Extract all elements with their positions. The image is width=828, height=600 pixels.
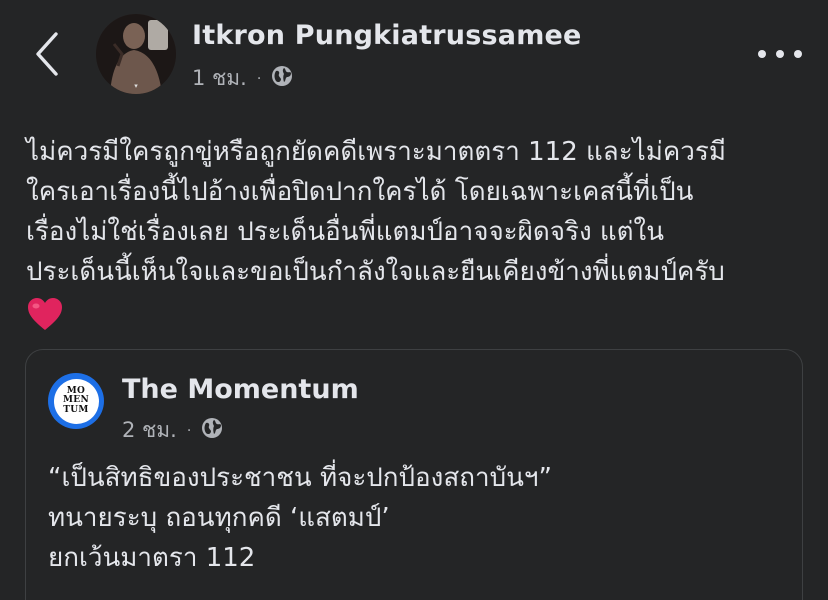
shared-post-line: ทนายระบุ ถอนทุกคดี ‘แสตมป์’ xyxy=(48,503,390,533)
shared-post-line: “เป็นสิทธิของประชาชน ที่จะปกป้องสถาบันฯ” xyxy=(48,463,552,493)
shared-post-timestamp[interactable]: 2 ชม. xyxy=(122,414,177,447)
shared-post-body: “เป็นสิทธิของประชาชน ที่จะปกป้องสถาบันฯ”… xyxy=(48,458,552,578)
post-line: เรื่องไม่ใช่เรื่องเลย ประเด็นอื่นพี่แตมป… xyxy=(26,217,665,247)
globe-icon[interactable] xyxy=(271,65,293,92)
more-dot xyxy=(794,50,802,58)
shared-post-line: ยกเว้นมาตรา 112 xyxy=(48,543,256,573)
meta-separator: · xyxy=(186,422,192,439)
post-line: ไม่ควรมีใครถูกขู่หรือถูกยัดคดีเพราะมาตตร… xyxy=(26,137,726,167)
post-body: ไม่ควรมีใครถูกขู่หรือถูกยัดคดีเพราะมาตตร… xyxy=(26,132,796,292)
shared-post-card[interactable]: MO MEN TUM The Momentum 2 ชม. · “เป็นสิท… xyxy=(25,349,803,600)
author-avatar[interactable]: ▾ xyxy=(96,14,176,94)
logo-text: TUM xyxy=(63,404,89,415)
post-meta: 1 ชม. · xyxy=(192,62,293,95)
chevron-left-icon xyxy=(34,31,60,81)
more-dot xyxy=(758,50,766,58)
more-options-button[interactable] xyxy=(758,44,802,64)
page-logo[interactable]: MO MEN TUM xyxy=(48,373,104,429)
profile-photo-icon: ▾ xyxy=(96,14,176,94)
more-dot xyxy=(776,50,784,58)
globe-icon[interactable] xyxy=(201,417,223,444)
author-name[interactable]: Itkron Pungkiatrussamee xyxy=(192,20,582,51)
back-button[interactable] xyxy=(22,28,72,84)
red-heart-icon xyxy=(26,296,64,336)
post-detail-screen: ▾ Itkron Pungkiatrussamee 1 ชม. · ไม่ควร… xyxy=(0,0,828,600)
post-line: ใครเอาเรื่องนี้ไปอ้างเพื่อปิดปากใครได้ โ… xyxy=(26,177,694,207)
meta-separator: · xyxy=(256,70,262,87)
post-line: ประเด็นนี้เห็นใจและขอเป็นกำลังใจและยืนเค… xyxy=(26,257,725,287)
shared-post-meta: 2 ชม. · xyxy=(122,414,223,447)
post-timestamp[interactable]: 1 ชม. xyxy=(192,62,247,95)
svg-text:▾: ▾ xyxy=(134,82,138,90)
shared-page-name[interactable]: The Momentum xyxy=(122,374,359,405)
